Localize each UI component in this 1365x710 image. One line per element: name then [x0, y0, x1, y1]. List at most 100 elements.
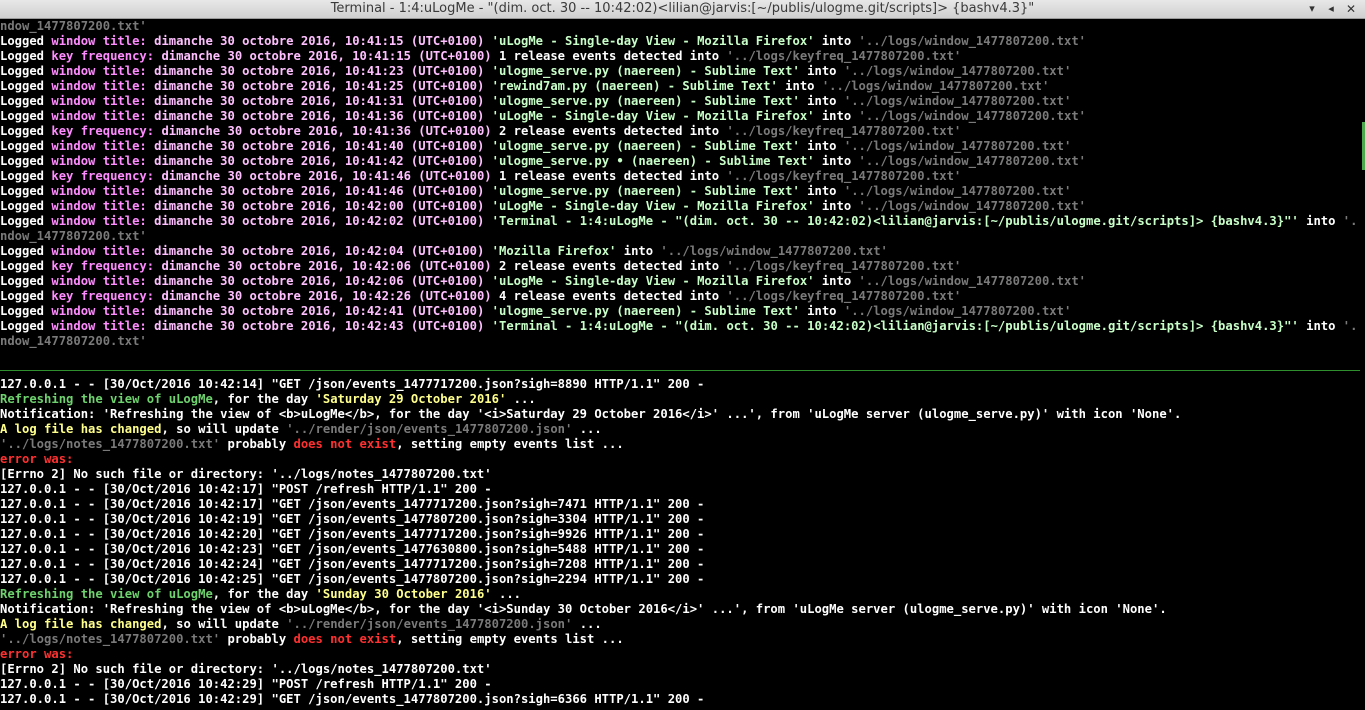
terminal-text-segment: error was: [0, 452, 74, 466]
terminal-text-segment: key frequency: [51, 49, 155, 63]
terminal-text-segment: Logged [0, 274, 52, 288]
terminal-text-segment: dimanche 30 octobre 2016, 10:41:15 (UTC+… [154, 49, 499, 63]
terminal-text-segment: 127.0.0.1 - - [30/Oct/2016 10:42:17] "PO… [0, 482, 492, 496]
terminal-text-segment: dimanche 30 octobre 2016, 10:41:15 (UTC+… [146, 34, 492, 48]
terminal-text-segment: , so will update [161, 422, 287, 436]
terminal-text-segment: into [799, 139, 844, 153]
terminal-line: Logged key frequency: dimanche 30 octobr… [0, 124, 1360, 139]
terminal-text-segment: Logged [0, 34, 52, 48]
terminal-text-segment: 'ulogme_serve.py (naereen) - Sublime Tex… [491, 94, 800, 108]
terminal-text-segment: Refreshing the view of uLogMe [0, 587, 213, 601]
terminal-text-segment: '../logs/notes_1477807200.txt' [0, 632, 221, 646]
terminal-text-segment: 'ulogme_serve.py (naereen) - Sublime Tex… [491, 184, 800, 198]
terminal-line: 127.0.0.1 - - [30/Oct/2016 10:42:23] "GE… [0, 542, 1360, 557]
terminal-text-segment: 'Sunday 30 October 2016' [315, 587, 492, 601]
terminal-text-segment: '../logs/window_1477807200.txt' [858, 274, 1086, 288]
maximize-button[interactable]: ◂ [1322, 0, 1340, 18]
terminal-text-segment: dimanche 30 octobre 2016, 10:41:40 (UTC+… [146, 139, 492, 153]
terminal-text-segment: probably [220, 437, 294, 451]
terminal-text-segment: window title: [51, 64, 147, 78]
terminal-line: 127.0.0.1 - - [30/Oct/2016 10:42:20] "GE… [0, 527, 1360, 542]
terminal-text-segment: key frequency: [51, 169, 155, 183]
terminal-text-segment: ndow_1477807200.txt' [0, 334, 147, 348]
terminal-text-segment: 'Terminal - 1:4:uLogMe - "(dim. oct. 30 … [491, 319, 1299, 333]
terminal-text-segment: Logged [0, 124, 52, 138]
terminal-text-segment: dimanche 30 octobre 2016, 10:41:42 (UTC+… [146, 154, 492, 168]
terminal-text-segment: 'uLogMe - Single-day View - Mozilla Fire… [491, 274, 815, 288]
terminal-text-segment: 127.0.0.1 - - [30/Oct/2016 10:42:23] "GE… [0, 542, 705, 556]
terminal-text-segment: Logged [0, 244, 52, 258]
terminal-text-segment: into [1298, 214, 1343, 228]
terminal-line: 127.0.0.1 - - [30/Oct/2016 10:42:29] "PO… [0, 677, 1360, 692]
terminal-text-segment: '../logs/window_1477807200.txt' [843, 64, 1072, 78]
terminal-text-segment: 'uLogMe - Single-day View - Mozilla Fire… [491, 199, 815, 213]
terminal-text-segment: into [616, 244, 661, 258]
terminal-text-segment: window title: [51, 319, 147, 333]
terminal-line: '../logs/notes_1477807200.txt' probably … [0, 632, 1360, 647]
terminal-text-segment: 'ulogme_serve.py (naereen) - Sublime Tex… [491, 304, 800, 318]
terminal-text-segment: Logged [0, 79, 52, 93]
terminal-text-segment: dimanche 30 octobre 2016, 10:42:43 (UTC+… [146, 319, 492, 333]
terminal-text-segment: '../render/json/events_1477807200.json' [286, 617, 573, 631]
terminal-line: A log file has changed, so will update '… [0, 617, 1360, 632]
terminal-text-segment: '../logs/keyfreq_1477807200.txt' [726, 289, 962, 303]
terminal-text-segment: window title: [51, 184, 147, 198]
terminal-text-segment: dimanche 30 octobre 2016, 10:41:23 (UTC+… [146, 64, 492, 78]
terminal-text-segment: Logged [0, 139, 52, 153]
terminal-text-segment: into [799, 94, 844, 108]
terminal-text-segment: 'uLogMe - Single-day View - Mozilla Fire… [491, 34, 815, 48]
terminal-text-segment: 127.0.0.1 - - [30/Oct/2016 10:42:17] "GE… [0, 497, 705, 511]
terminal-text-segment: dimanche 30 octobre 2016, 10:41:46 (UTC+… [154, 169, 499, 183]
terminal-text-segment: [Errno 2] No such file or directory: '..… [0, 662, 492, 676]
terminal-text-segment: window title: [51, 139, 147, 153]
terminal-text-segment: does not exist [293, 632, 397, 646]
terminal-text-segment: dimanche 30 octobre 2016, 10:41:25 (UTC+… [146, 79, 492, 93]
terminal-pane-top[interactable]: ndow_1477807200.txt' Logged window title:… [0, 19, 1360, 355]
terminal-text-segment: Logged [0, 184, 52, 198]
terminal-text-segment: Notification: 'Refreshing the view of <b… [0, 602, 1167, 616]
terminal-text-segment: dimanche 30 octobre 2016, 10:42:02 (UTC+… [146, 214, 492, 228]
terminal-text-segment: A log file has changed [0, 422, 162, 436]
terminal-text-segment: into [777, 79, 822, 93]
close-button[interactable]: ✕ [1342, 0, 1360, 18]
terminal-line: Logged key frequency: dimanche 30 octobr… [0, 169, 1360, 184]
terminal-line: Logged window title: dimanche 30 octobre… [0, 139, 1360, 154]
terminal-text-segment: window title: [51, 304, 147, 318]
terminal-text-segment: Notification: 'Refreshing the view of <b… [0, 407, 1182, 421]
terminal-text-segment: into [814, 109, 859, 123]
window-titlebar[interactable]: Terminal - 1:4:uLogMe - "(dim. oct. 30 -… [0, 0, 1365, 19]
terminal-text-segment: 127.0.0.1 - - [30/Oct/2016 10:42:20] "GE… [0, 527, 705, 541]
terminal-text-segment: dimanche 30 octobre 2016, 10:42:06 (UTC+… [154, 259, 499, 273]
terminal-text-segment: does not exist [293, 437, 397, 451]
terminal-text-segment: 127.0.0.1 - - [30/Oct/2016 10:42:24] "GE… [0, 557, 705, 571]
minimize-button[interactable]: ▾ [1303, 0, 1321, 18]
terminal-text-segment: '../logs/keyfreq_1477807200.txt' [726, 49, 962, 63]
terminal-text-segment: 127.0.0.1 - - [30/Oct/2016 10:42:25] "GE… [0, 572, 705, 586]
terminal-text-segment: ... [572, 422, 602, 436]
terminal-text-segment: Logged [0, 109, 52, 123]
terminal-text-segment: Logged [0, 94, 52, 108]
terminal-text-segment: Logged [0, 289, 52, 303]
terminal-text-segment: '../logs/window_1477807200.txt' [858, 199, 1086, 213]
terminal-line: Logged window title: dimanche 30 octobre… [0, 274, 1360, 289]
terminal-line: '../logs/notes_1477807200.txt' probably … [0, 437, 1360, 452]
terminal-text-segment: 'ulogme_serve.py (naereen) - Sublime Tex… [491, 139, 800, 153]
terminal-line: Logged window title: dimanche 30 octobre… [0, 79, 1360, 94]
terminal-line: 127.0.0.1 - - [30/Oct/2016 10:42:17] "GE… [0, 497, 1360, 512]
terminal-text-segment: into [799, 184, 844, 198]
terminal-line: error was: [0, 452, 1360, 467]
terminal-line: Logged window title: dimanche 30 octobre… [0, 199, 1360, 214]
terminal-text-segment: 'ulogme_serve.py • (naereen) - Sublime T… [491, 154, 815, 168]
terminal-text-segment: '../logs/wi [1342, 214, 1360, 228]
pane-divider[interactable] [0, 370, 1360, 371]
terminal-text-segment: , so will update [161, 617, 287, 631]
terminal-text-segment: '../logs/window_1477807200.txt' [858, 109, 1086, 123]
terminal-text-segment: ndow_1477807200.txt' [0, 229, 147, 243]
terminal-line: [Errno 2] No such file or directory: '..… [0, 662, 1360, 677]
terminal-text-segment: into [814, 199, 859, 213]
terminal-text-segment: Logged [0, 169, 52, 183]
terminal-line: Logged window title: dimanche 30 octobre… [0, 184, 1360, 199]
terminal-pane-bottom[interactable]: 127.0.0.1 - - [30/Oct/2016 10:42:14] "GE… [0, 377, 1360, 710]
terminal-text-segment: A log file has changed [0, 617, 162, 631]
terminal-text-segment: dimanche 30 octobre 2016, 10:42:04 (UTC+… [146, 244, 492, 258]
